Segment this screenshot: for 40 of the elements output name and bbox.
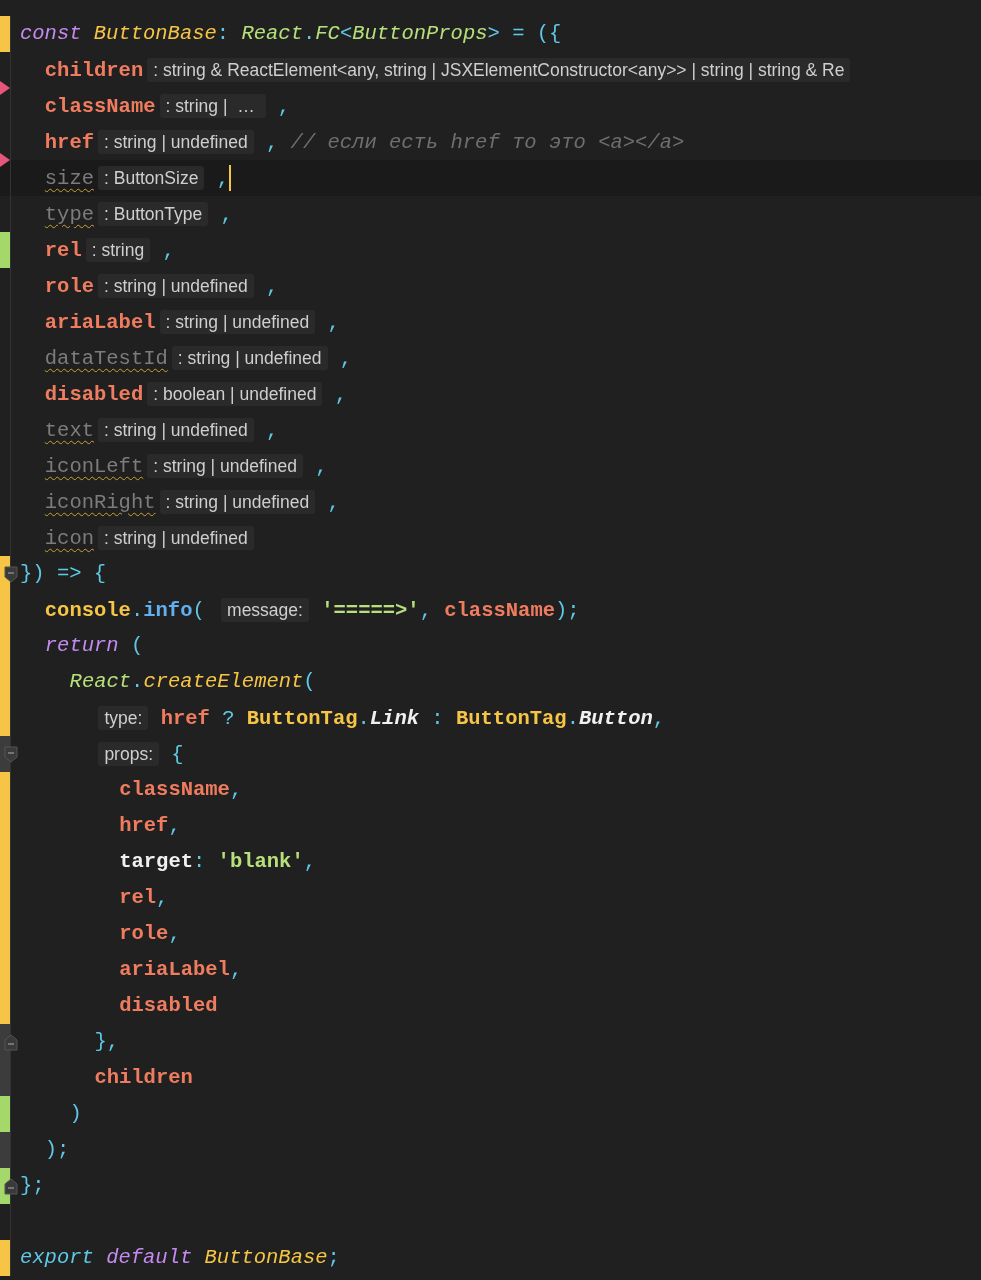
code-line: }; [20,1173,45,1199]
code-line: iconLeft : string | undefined , [44,452,328,480]
change-marker[interactable] [0,1096,10,1132]
code-line: href : string | undefined , // если есть href то это <a></a> [44,128,685,156]
code-line: const ButtonBase: React.FC<ButtonProps> = ({ [20,21,562,47]
code-line: rel, [119,885,169,911]
code-line: console.info( message: '=====>', className); [44,596,580,624]
code-line: rel : string , [44,236,175,264]
change-marker[interactable] [0,1240,10,1276]
code-line: ) [69,1101,82,1127]
code-line: href, [119,813,181,839]
change-marker[interactable] [0,772,10,808]
change-marker[interactable] [0,988,10,1024]
code-line: return ( [44,633,144,659]
code-line: target: 'blank', [119,849,317,875]
code-line: React.createElement( [69,669,316,695]
code-line: }, [94,1029,119,1055]
code-line: ariaLabel, [119,957,243,983]
deletion-marker-icon[interactable] [0,153,10,167]
code-line: className, [119,777,243,803]
code-line: ); [44,1137,70,1163]
code-line: className : string | … , [44,92,291,120]
deletion-marker-icon[interactable] [0,81,10,95]
change-marker[interactable] [0,1132,10,1168]
change-marker[interactable] [0,1060,10,1096]
code-line: children [94,1065,193,1091]
code-line: ariaLabel : string | undefined , [44,308,340,336]
change-marker[interactable] [0,700,10,736]
change-marker[interactable] [0,16,10,52]
code-line: }) => { [20,561,107,587]
code-line: export default ButtonBase; [20,1245,340,1271]
fold-icon[interactable] [4,1178,18,1195]
text-caret [229,165,231,191]
code-line: type: href ? ButtonTag.Link : ButtonTag.Button, [94,702,666,734]
code-line: iconRight : string | undefined , [44,488,340,516]
code-line: disabled [119,993,218,1019]
code-line: dataTestId : string | undefined , [44,344,353,372]
fold-icon[interactable] [4,566,18,583]
code-line: role, [119,921,181,947]
change-marker[interactable] [0,232,10,268]
